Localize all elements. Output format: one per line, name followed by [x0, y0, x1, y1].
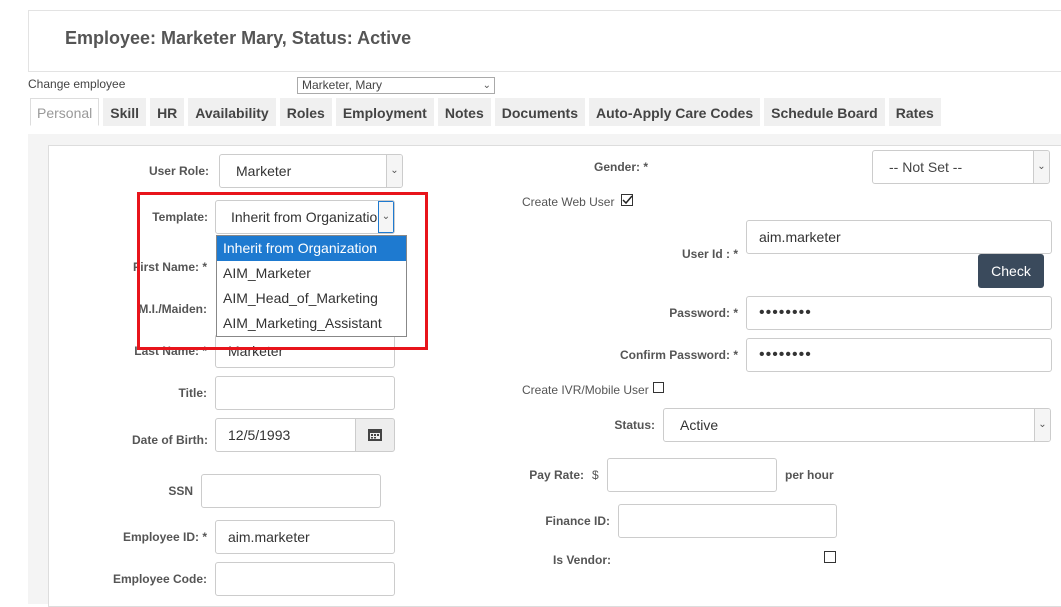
- tab-documents[interactable]: Documents: [494, 98, 585, 126]
- tab-hr[interactable]: HR: [150, 98, 185, 126]
- tab-roles[interactable]: Roles: [279, 98, 332, 126]
- employee-code-label: Employee Code:: [112, 572, 207, 586]
- tab-availability[interactable]: Availability: [188, 98, 276, 126]
- calendar-icon: [368, 429, 382, 441]
- page-title: Employee: Marketer Mary, Status: Active: [65, 28, 412, 48]
- is-vendor-checkbox[interactable]: [824, 551, 836, 563]
- employee-id-input[interactable]: aim.marketer: [215, 520, 395, 554]
- confirm-password-input[interactable]: ••••••••: [746, 338, 1052, 372]
- create-ivr-checkbox[interactable]: [653, 382, 664, 393]
- dob-label: Date of Birth:: [132, 433, 208, 447]
- chevron-down-icon: ⌄: [482, 80, 491, 91]
- title-input[interactable]: [215, 376, 395, 410]
- ssn-input[interactable]: [201, 474, 381, 508]
- calendar-button[interactable]: [355, 418, 395, 452]
- status-select[interactable]: Active ⌄: [663, 408, 1051, 442]
- employee-code-input[interactable]: [215, 562, 395, 596]
- finance-id-input[interactable]: [618, 504, 837, 538]
- password-label: Password: *: [669, 306, 738, 320]
- dob-input[interactable]: 12/5/1993: [215, 418, 356, 452]
- change-employee-value: Marketer, Mary: [302, 78, 383, 92]
- status-label: Status:: [614, 418, 655, 432]
- tab-bar: Personal Skill HR Availability Roles Emp…: [30, 98, 945, 128]
- checkmark-icon: [621, 194, 633, 206]
- gender-label: Gender: *: [593, 160, 648, 174]
- pay-rate-input[interactable]: [607, 458, 777, 492]
- tab-employment[interactable]: Employment: [335, 98, 434, 126]
- tab-rates[interactable]: Rates: [888, 98, 941, 126]
- tab-schedule-board[interactable]: Schedule Board: [764, 98, 885, 126]
- title-label: Title:: [178, 386, 207, 400]
- confirm-password-label: Confirm Password: *: [619, 348, 738, 362]
- ssn-label: SSN: [168, 484, 193, 498]
- create-web-user-checkbox[interactable]: [621, 194, 635, 208]
- check-button[interactable]: Check: [978, 254, 1044, 288]
- create-web-user-label: Create Web User: [522, 195, 615, 209]
- tab-notes[interactable]: Notes: [437, 98, 491, 126]
- user-role-select[interactable]: Marketer ⌄: [219, 154, 403, 188]
- change-employee-label: Change employee: [28, 77, 126, 91]
- user-role-value: Marketer: [236, 163, 292, 179]
- user-id-input[interactable]: aim.marketer: [746, 220, 1052, 254]
- change-employee-select[interactable]: Marketer, Mary ⌄: [297, 77, 495, 94]
- gender-value: -- Not Set --: [889, 159, 963, 175]
- pay-rate-currency: $: [592, 468, 599, 482]
- status-value: Active: [680, 417, 719, 433]
- chevron-down-icon: ⌄: [1034, 409, 1050, 441]
- user-id-label: User Id : *: [681, 247, 738, 261]
- tab-personal[interactable]: Personal: [30, 98, 100, 126]
- chevron-down-icon: ⌄: [1033, 151, 1049, 183]
- pay-rate-unit: per hour: [785, 468, 834, 482]
- create-ivr-label: Create IVR/Mobile User: [522, 383, 649, 397]
- password-input[interactable]: ••••••••: [746, 296, 1052, 330]
- pay-rate-label: Pay Rate:: [529, 468, 584, 482]
- user-role-label: User Role:: [148, 164, 209, 178]
- tab-auto-apply-care-codes[interactable]: Auto-Apply Care Codes: [588, 98, 761, 126]
- is-vendor-label: Is Vendor:: [552, 553, 611, 567]
- employee-id-label: Employee ID: *: [122, 530, 207, 544]
- tab-skill[interactable]: Skill: [103, 98, 147, 126]
- chevron-down-icon: ⌄: [386, 155, 402, 187]
- gender-select[interactable]: -- Not Set -- ⌄: [872, 150, 1050, 184]
- finance-id-label: Finance ID:: [545, 514, 610, 528]
- highlight-box: [137, 192, 428, 350]
